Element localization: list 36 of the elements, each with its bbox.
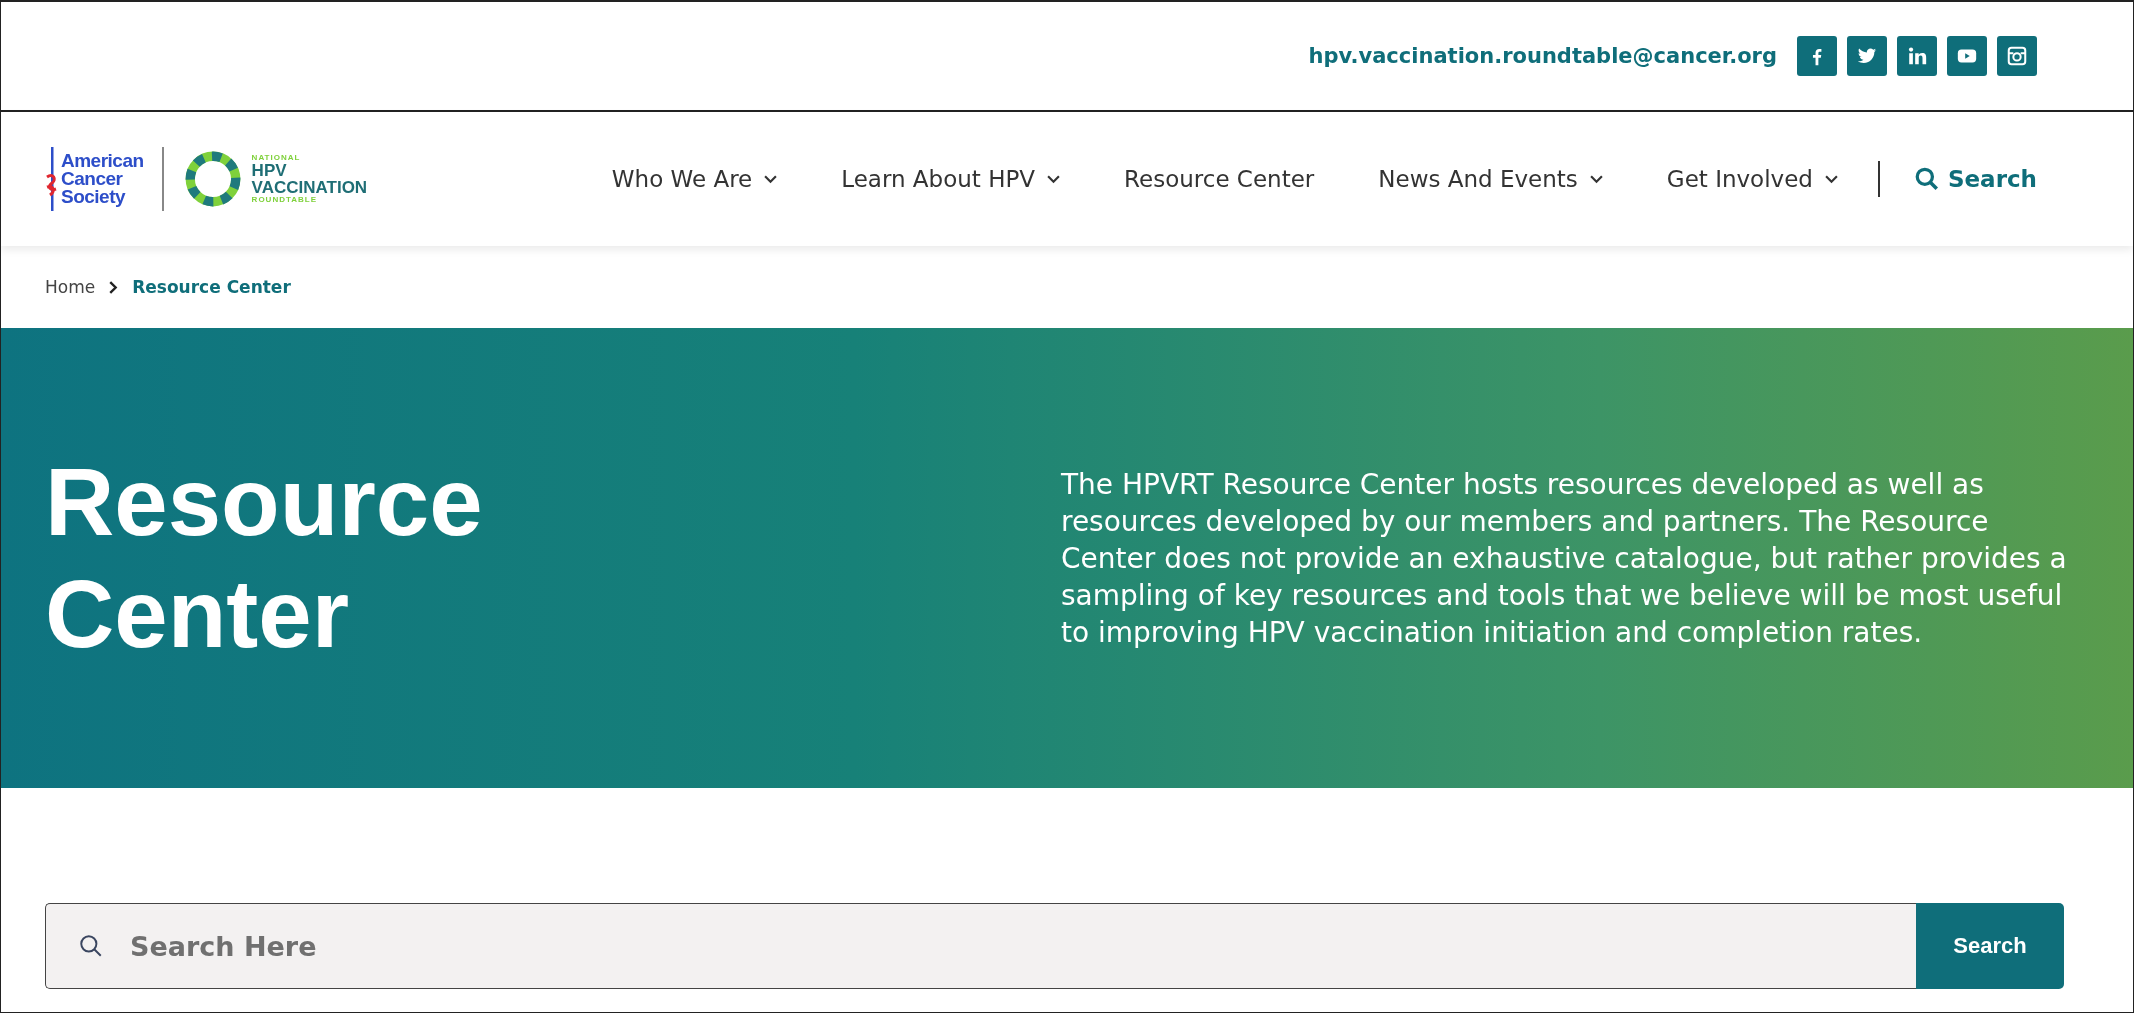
nav-link[interactable]: Who We Are (611, 166, 778, 192)
nav-link[interactable]: News And Events (1378, 166, 1603, 192)
logo-text: Cancer (61, 170, 124, 188)
search-field[interactable]: Search Here (45, 903, 1916, 989)
chevron-right-icon (109, 280, 119, 294)
facebook-icon[interactable] (1797, 36, 1837, 76)
chevron-down-icon (1047, 174, 1061, 184)
nav-link[interactable]: Resource Center (1124, 166, 1315, 192)
nav-link[interactable]: Learn About HPV (841, 166, 1061, 192)
search-button[interactable]: Search (1916, 903, 2064, 989)
chevron-down-icon (1824, 174, 1838, 184)
logo-text: VACCINATION (251, 179, 368, 196)
logo-text: ROUNDTABLE (251, 196, 318, 204)
chevron-down-icon (1589, 174, 1603, 184)
search-input[interactable]: Search Here (128, 929, 1916, 963)
bird-icon[interactable] (1847, 36, 1887, 76)
nav-link[interactable]: Get Involved (1666, 166, 1838, 192)
hero-description: The HPVRT Resource Center hosts resources developed as well as resources developed by our members and partners. The Resource Center does not provide an exhaustive catalogue, but rather provides a sampling of key resources and tools that we believe will be most useful to improving HPV vaccination initiation and completion rates. (1061, 466, 2068, 651)
chevron-down-icon (764, 174, 778, 184)
linkedin-icon[interactable] (1897, 36, 1937, 76)
logo-text: NATIONAL (251, 154, 302, 162)
search-icon (1913, 166, 1940, 192)
search-icon (78, 933, 104, 959)
cancer-society-logo[interactable]: American Cancer Society (45, 147, 144, 211)
sword-icon (45, 147, 59, 211)
breadcrumb-link[interactable]: Resource Center (132, 277, 291, 297)
play-icon[interactable] (1947, 36, 1987, 76)
page-title: Resource Center (45, 447, 484, 669)
logo-text: HPV (251, 162, 288, 179)
logo-text: Society (61, 188, 127, 206)
breadcrumb-link[interactable]: Home (45, 277, 96, 297)
search-link[interactable]: Search (1913, 166, 2037, 192)
logo-text: American (61, 152, 144, 170)
camera-icon[interactable] (1997, 36, 2037, 76)
roundtable-logo[interactable]: NATIONAL HPV VACCINATION ROUNDTABLE (181, 148, 368, 210)
email-link[interactable]: hpv.vaccination.roundtable@cancer.org (1308, 44, 1777, 68)
